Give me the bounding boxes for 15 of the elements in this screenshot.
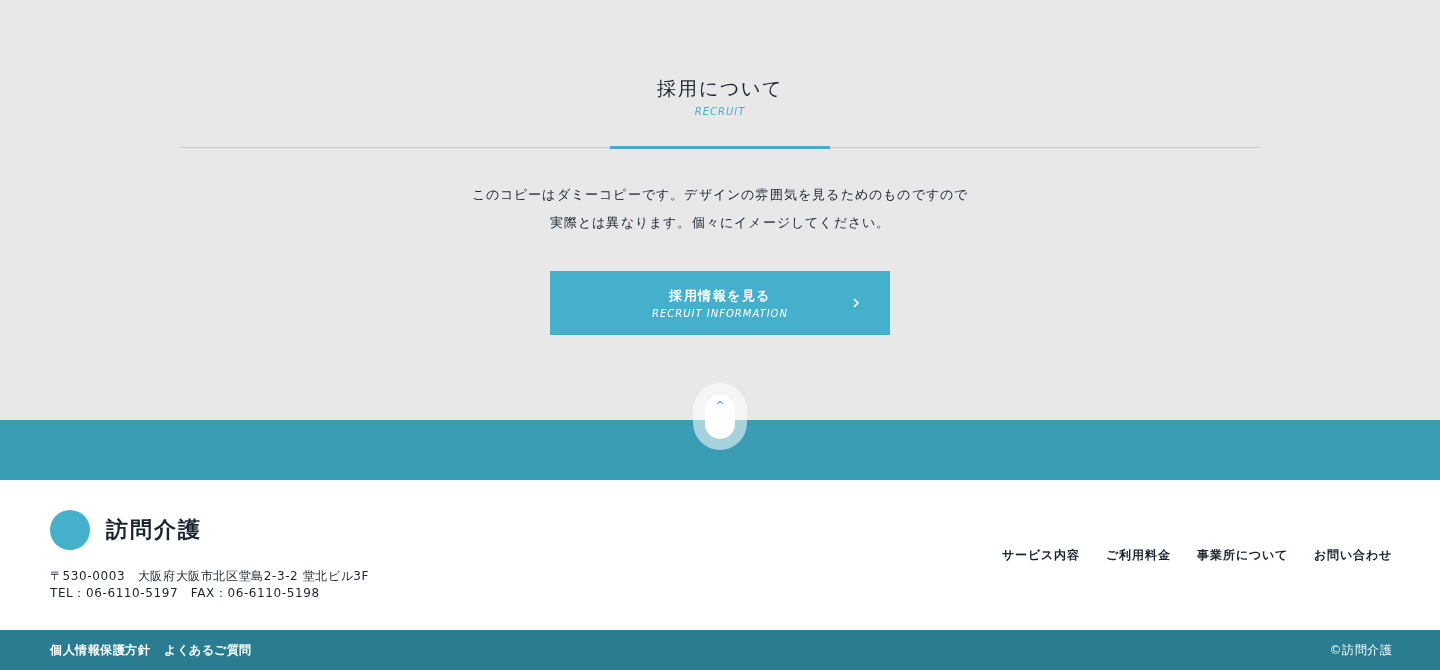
footer-nav-link[interactable]: ご利用料金 — [1106, 547, 1171, 630]
footer-nav-link[interactable]: お問い合わせ — [1314, 547, 1392, 630]
footer-link[interactable]: 個人情報保護方針 — [50, 641, 150, 659]
copyright-text: ©訪問介護 — [1329, 641, 1392, 659]
footer-nav-link[interactable]: 事業所について — [1197, 547, 1288, 630]
section-title: 採用について — [657, 76, 783, 101]
section-subtitle: RECRUIT — [694, 106, 746, 117]
logo-text: 訪問介護 — [106, 516, 202, 544]
address-text: 〒530-0003 大阪府大阪市北区堂島2-3-2 堂北ビル3F — [50, 568, 369, 585]
description-text: このコピーはダミーコピーです。デザインの雰囲気を見るためのものですので 実際とは異なります。個々にイメージしてください。 — [471, 186, 969, 232]
footer-nav-link[interactable]: サービス内容 — [1002, 547, 1080, 630]
chevron-right-icon — [852, 297, 860, 309]
footer-link[interactable]: よくあるご質問 — [164, 641, 252, 659]
contact-text: TEL：06-6110-5197 FAX：06-6110-5198 — [50, 585, 321, 602]
logo-circle-icon — [50, 510, 90, 550]
